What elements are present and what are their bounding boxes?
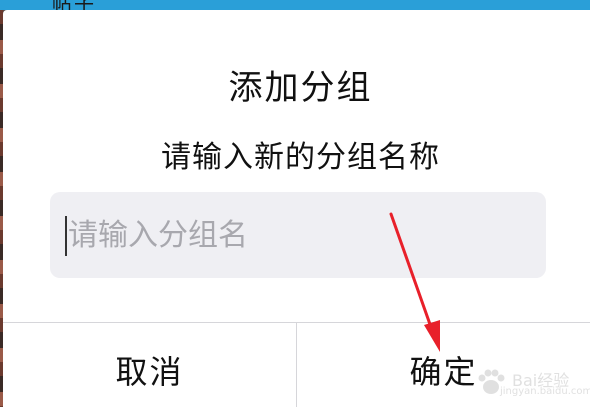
cancel-button[interactable]: 取消 xyxy=(3,323,296,407)
group-name-input-box[interactable] xyxy=(50,192,546,278)
background-app-header: 帖子 xyxy=(0,0,590,16)
dialog-title: 添加分组 xyxy=(228,68,373,108)
add-group-dialog: 添加分组 请输入新的分组名称 取消 确定 xyxy=(3,10,590,407)
screen: 帖子 添加分组 请输入新的分组名称 取消 确定 Bai经验 jingyan.ba… xyxy=(0,0,590,407)
watermark-url: jingyan.baidu.com xyxy=(500,386,590,397)
baidu-jingyan-watermark: Bai经验 jingyan.baidu.com xyxy=(474,365,590,401)
group-name-input[interactable] xyxy=(68,192,538,278)
dialog-message: 请输入新的分组名称 xyxy=(161,140,440,175)
text-caret xyxy=(65,216,67,256)
